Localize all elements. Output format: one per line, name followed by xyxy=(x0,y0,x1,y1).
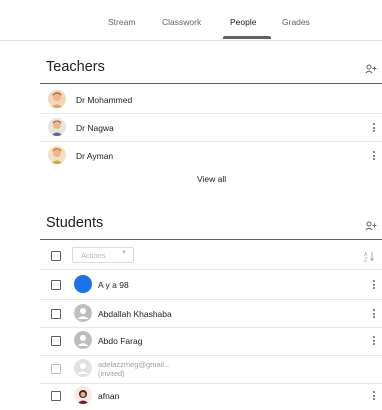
student-name: Abdallah Khashaba xyxy=(98,309,172,319)
more-vert-icon[interactable] xyxy=(372,390,376,402)
teacher-avatar xyxy=(48,146,66,164)
student-checkbox[interactable] xyxy=(51,280,61,290)
teacher-name: Dr Mohammed xyxy=(76,95,133,105)
svg-text:Z: Z xyxy=(364,258,368,263)
student-avatar xyxy=(74,386,92,404)
more-vert-icon[interactable] xyxy=(372,335,376,347)
student-checkbox[interactable] xyxy=(51,364,61,374)
teacher-row[interactable]: Dr Nagwa xyxy=(40,114,382,142)
more-vert-icon[interactable] xyxy=(372,308,376,320)
more-vert-icon[interactable] xyxy=(372,122,376,134)
teacher-row[interactable]: Dr Mohammed xyxy=(40,86,382,114)
student-row[interactable]: Abdo Farag xyxy=(40,327,382,355)
top-tab-bar: Stream Classwork People Grades xyxy=(0,0,382,41)
student-row[interactable]: A y a 98 xyxy=(40,271,382,299)
more-vert-icon[interactable] xyxy=(372,279,376,291)
students-heading: Students xyxy=(46,215,104,231)
actions-dropdown[interactable]: Actions ▼ xyxy=(72,247,134,263)
student-avatar xyxy=(74,275,92,293)
student-row[interactable]: afnan xyxy=(40,382,382,410)
teachers-heading: Teachers xyxy=(46,59,105,75)
student-name: Abdo Farag xyxy=(98,336,143,346)
active-tab-indicator xyxy=(223,36,271,39)
student-checkbox[interactable] xyxy=(51,309,61,319)
tab-classwork[interactable]: Classwork xyxy=(162,17,201,27)
student-row-invited[interactable]: adelazzmeg@gmail... (invited) xyxy=(40,355,382,383)
student-name: A y a 98 xyxy=(98,280,129,290)
teacher-avatar xyxy=(48,90,66,108)
row-divider xyxy=(40,269,382,270)
student-avatar xyxy=(74,304,92,322)
student-row[interactable]: Abdallah Khashaba xyxy=(40,300,382,328)
chevron-down-icon: ▼ xyxy=(121,250,127,256)
invited-status: (invited) xyxy=(98,369,125,378)
tab-people[interactable]: People xyxy=(230,17,256,27)
view-all-teachers-link[interactable]: View all xyxy=(197,174,226,184)
teacher-row[interactable]: Dr Ayman xyxy=(40,142,382,170)
student-email: adelazzmeg@gmail... xyxy=(98,360,171,369)
teachers-divider xyxy=(40,83,382,84)
tab-stream[interactable]: Stream xyxy=(108,17,135,27)
add-teacher-icon[interactable] xyxy=(365,61,377,79)
sort-az-icon[interactable]: AZ xyxy=(364,249,376,267)
add-student-icon[interactable] xyxy=(365,218,377,236)
student-checkbox[interactable] xyxy=(51,336,61,346)
student-avatar xyxy=(74,331,92,349)
tab-grades[interactable]: Grades xyxy=(282,17,310,27)
teacher-name: Dr Nagwa xyxy=(76,123,114,133)
actions-label: Actions xyxy=(81,251,106,260)
student-name: afnan xyxy=(98,391,120,401)
student-avatar xyxy=(74,359,92,377)
students-divider xyxy=(40,239,382,240)
more-vert-icon[interactable] xyxy=(372,150,376,162)
teacher-name: Dr Ayman xyxy=(76,151,114,161)
student-invite: adelazzmeg@gmail... (invited) xyxy=(98,360,170,378)
student-checkbox[interactable] xyxy=(51,391,61,401)
select-all-checkbox[interactable] xyxy=(51,251,61,261)
teacher-avatar xyxy=(48,118,66,136)
